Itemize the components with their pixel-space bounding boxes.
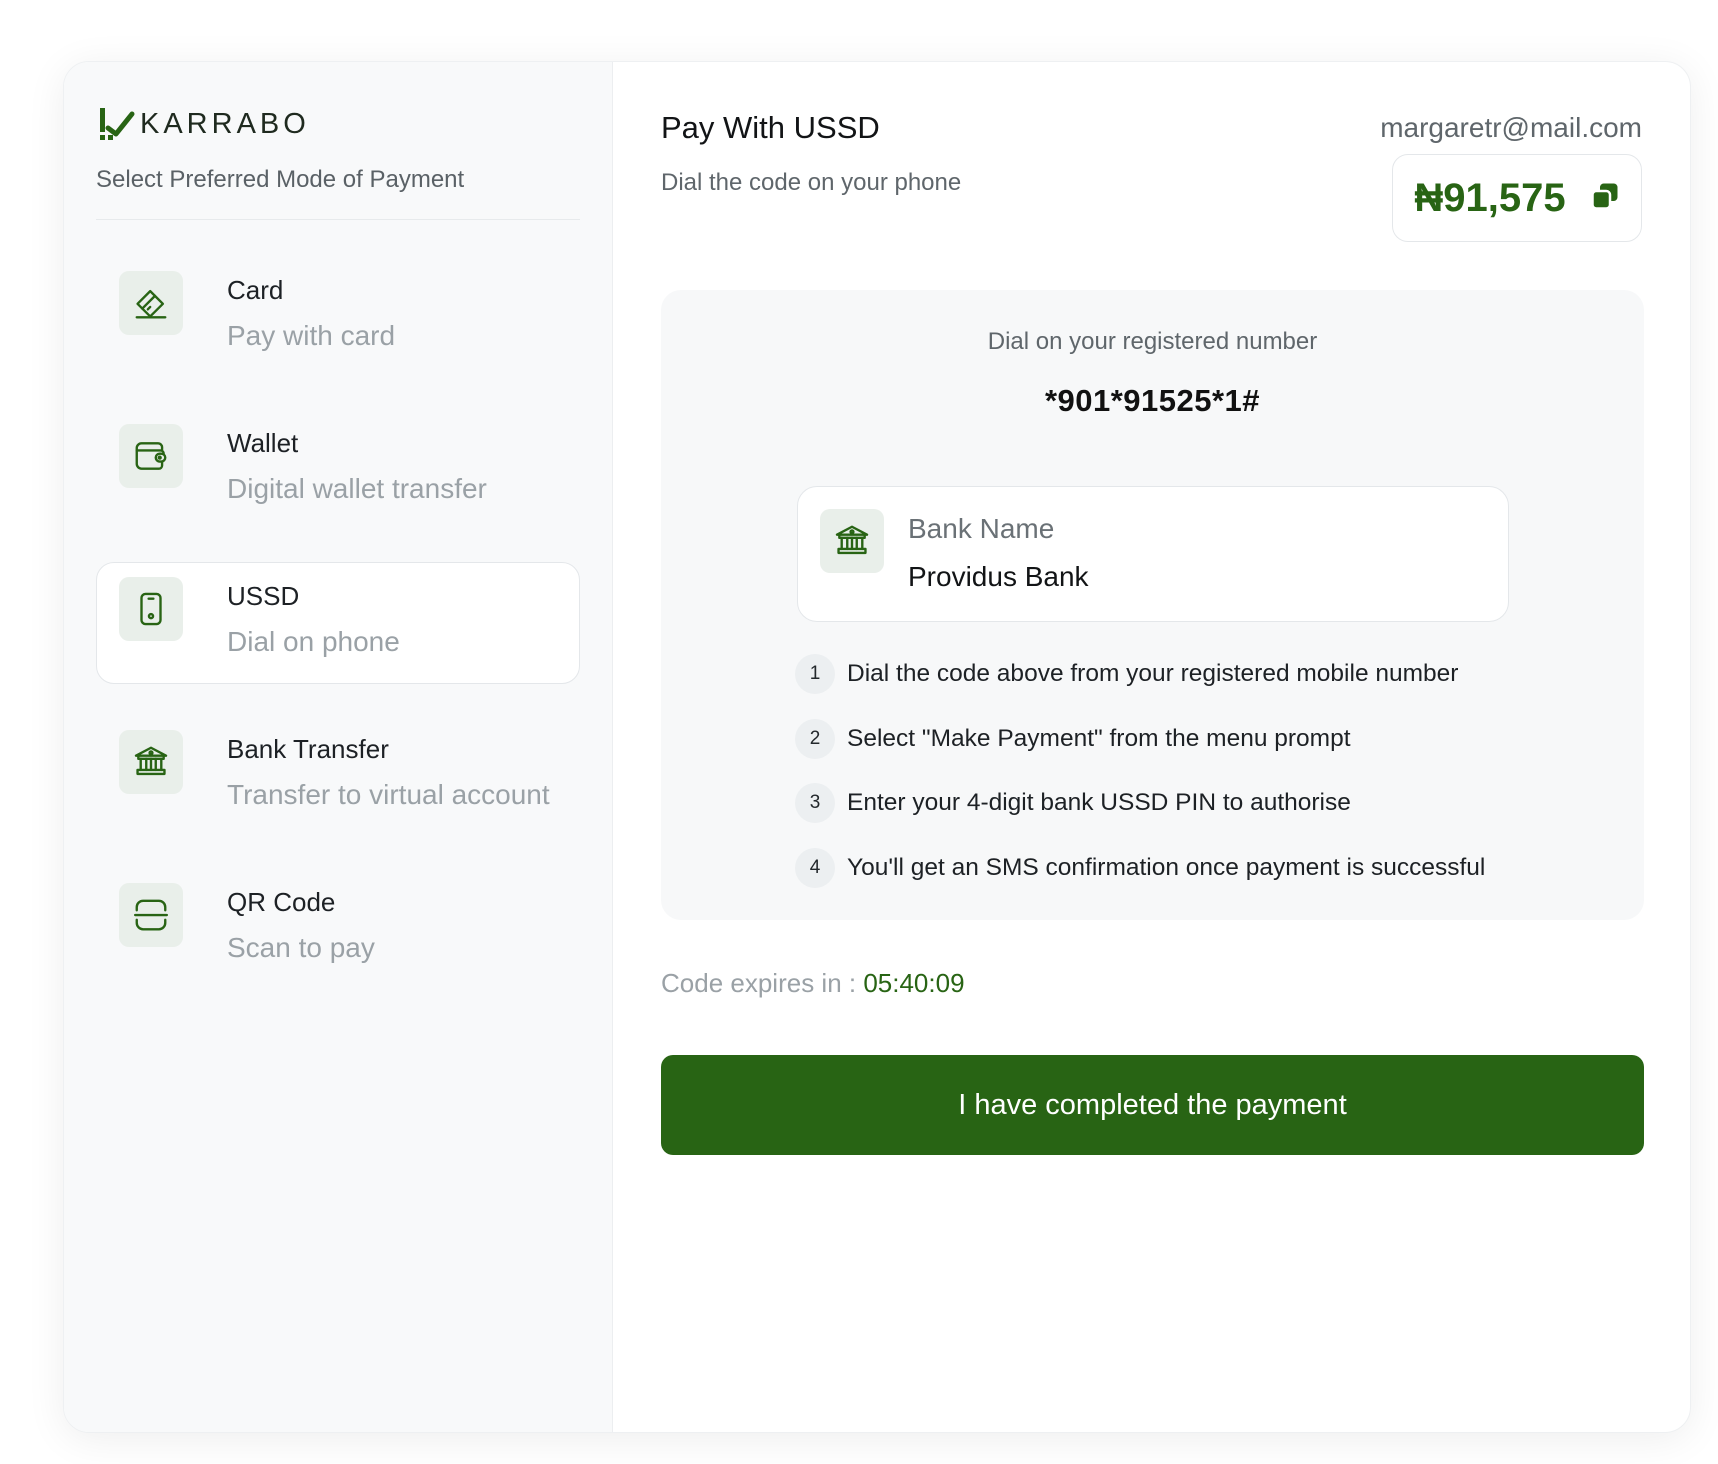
- method-title: Bank Transfer: [227, 734, 389, 764]
- method-desc: Pay with card: [227, 320, 396, 351]
- qr-scan-icon: [119, 883, 183, 947]
- bank-name-card: Bank Name Providus Bank: [797, 486, 1509, 622]
- amount-value: ₦91,575: [1414, 175, 1566, 220]
- amount-box: ₦91,575: [1392, 154, 1642, 242]
- instruction-step: 2 Select "Make Payment" from the menu pr…: [795, 718, 1485, 759]
- method-wallet[interactable]: Wallet Digital wallet transfer: [96, 409, 580, 531]
- method-card[interactable]: Card Pay with card: [96, 256, 580, 378]
- step-text: You'll get an SMS confirmation once paym…: [847, 853, 1486, 881]
- method-desc: Digital wallet transfer: [227, 473, 487, 504]
- method-ussd[interactable]: USSD Dial on phone: [96, 562, 580, 684]
- copy-icon[interactable]: [1590, 181, 1620, 216]
- instruction-step: 4 You'll get an SMS confirmation once pa…: [795, 847, 1486, 888]
- step-text: Enter your 4-digit bank USSD PIN to auth…: [847, 789, 1351, 816]
- customer-email: margaretr@mail.com: [1380, 112, 1642, 143]
- method-title: Wallet: [227, 428, 299, 458]
- step-text: Select "Make Payment" from the menu prom…: [847, 724, 1351, 752]
- expiry-timer: 05:40:09: [863, 968, 965, 998]
- wallet-icon: [119, 424, 183, 488]
- method-desc: Scan to pay: [227, 932, 375, 963]
- sidebar-divider: [96, 219, 580, 220]
- payment-methods-list: Card Pay with card Wallet Digital wallet…: [96, 256, 580, 990]
- page-title: Pay With USSD: [661, 110, 880, 145]
- expiry-label: Code expires in :: [661, 968, 864, 998]
- method-desc: Dial on phone: [227, 626, 400, 657]
- method-title: QR Code: [227, 887, 336, 917]
- method-qr-code[interactable]: QR Code Scan to pay: [96, 868, 580, 990]
- code-expiry: Code expires in : 05:40:09: [661, 968, 965, 999]
- payment-modal: KARRABO Select Preferred Mode of Payment…: [63, 61, 1691, 1433]
- phone-icon: [119, 577, 183, 641]
- instruction-steps: 1 Dial the code above from your register…: [795, 654, 1485, 912]
- dial-instructions-box: Dial on your registered number *901*9152…: [661, 290, 1644, 920]
- ussd-payment-panel: Pay With USSD Dial the code on your phon…: [613, 62, 1690, 1432]
- instruction-step: 3 Enter your 4-digit bank USSD PIN to au…: [795, 783, 1485, 823]
- step-text: Dial the code above from your registered…: [847, 660, 1459, 687]
- brand-logo: KARRABO: [96, 106, 580, 142]
- method-desc: Transfer to virtual account: [227, 779, 550, 810]
- step-number: 1: [795, 654, 835, 694]
- karrabo-logo-icon: [100, 108, 135, 140]
- sidebar-subtitle: Select Preferred Mode of Payment: [96, 166, 465, 193]
- bank-label: Bank Name: [908, 513, 1055, 544]
- dial-label: Dial on your registered number: [987, 328, 1318, 355]
- bank-value: Providus Bank: [908, 561, 1089, 592]
- payment-method-sidebar: KARRABO Select Preferred Mode of Payment…: [64, 62, 613, 1432]
- step-number: 3: [795, 783, 835, 823]
- step-number: 2: [795, 718, 835, 759]
- page-subtitle: Dial the code on your phone: [661, 169, 962, 196]
- brand-name: KARRABO: [140, 107, 310, 140]
- step-number: 4: [795, 847, 835, 888]
- bank-icon: [119, 730, 183, 794]
- card-icon: [119, 271, 183, 335]
- method-title: USSD: [227, 581, 300, 611]
- method-bank-transfer[interactable]: Bank Transfer Transfer to virtual accoun…: [96, 715, 580, 837]
- ussd-code: *901*91525*1#: [1044, 383, 1261, 418]
- method-title: Card: [227, 275, 284, 305]
- bank-icon: [820, 509, 884, 573]
- instruction-step: 1 Dial the code above from your register…: [795, 654, 1485, 694]
- payment-completed-button[interactable]: I have completed the payment: [661, 1055, 1644, 1155]
